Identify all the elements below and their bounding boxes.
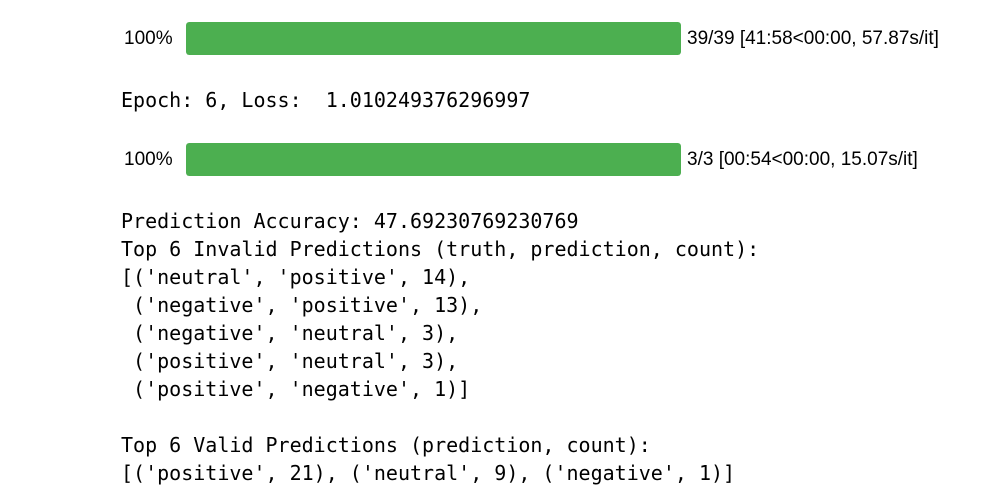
invalid-prediction-row: [('neutral', 'positive', 14),: [121, 265, 471, 289]
valid-prediction-row: [('positive', 21), ('neutral', 9), ('neg…: [121, 461, 736, 485]
invalid-predictions-header: Top 6 Invalid Predictions (truth, predic…: [121, 237, 760, 261]
accuracy-line: Prediction Accuracy: 47.69230769230769: [121, 209, 579, 233]
epoch-loss-line: Epoch: 6, Loss: 1.010249376296997: [121, 88, 531, 112]
progress-percent-label: 100%: [124, 149, 173, 170]
progress-bar-epoch: 100% 39/39 [41:58<00:00, 57.87s/it]: [0, 22, 992, 56]
progress-stats: 3/3 [00:54<00:00, 15.07s/it]: [687, 149, 918, 170]
progress-fill: [186, 22, 681, 55]
progress-fill: [186, 143, 681, 176]
invalid-prediction-row: ('positive', 'negative', 1)]: [121, 377, 471, 401]
invalid-prediction-row: ('negative', 'positive', 13),: [121, 293, 483, 317]
invalid-prediction-row: ('positive', 'neutral', 3),: [121, 349, 459, 373]
progress-stats: 39/39 [41:58<00:00, 57.87s/it]: [687, 28, 939, 49]
progress-percent-label: 100%: [124, 28, 173, 49]
invalid-prediction-row: ('negative', 'neutral', 3),: [121, 321, 459, 345]
progress-track: [186, 22, 681, 55]
progress-track: [186, 143, 681, 176]
valid-predictions-header: Top 6 Valid Predictions (prediction, cou…: [121, 433, 651, 457]
progress-bar-eval: 100% 3/3 [00:54<00:00, 15.07s/it]: [0, 143, 992, 177]
